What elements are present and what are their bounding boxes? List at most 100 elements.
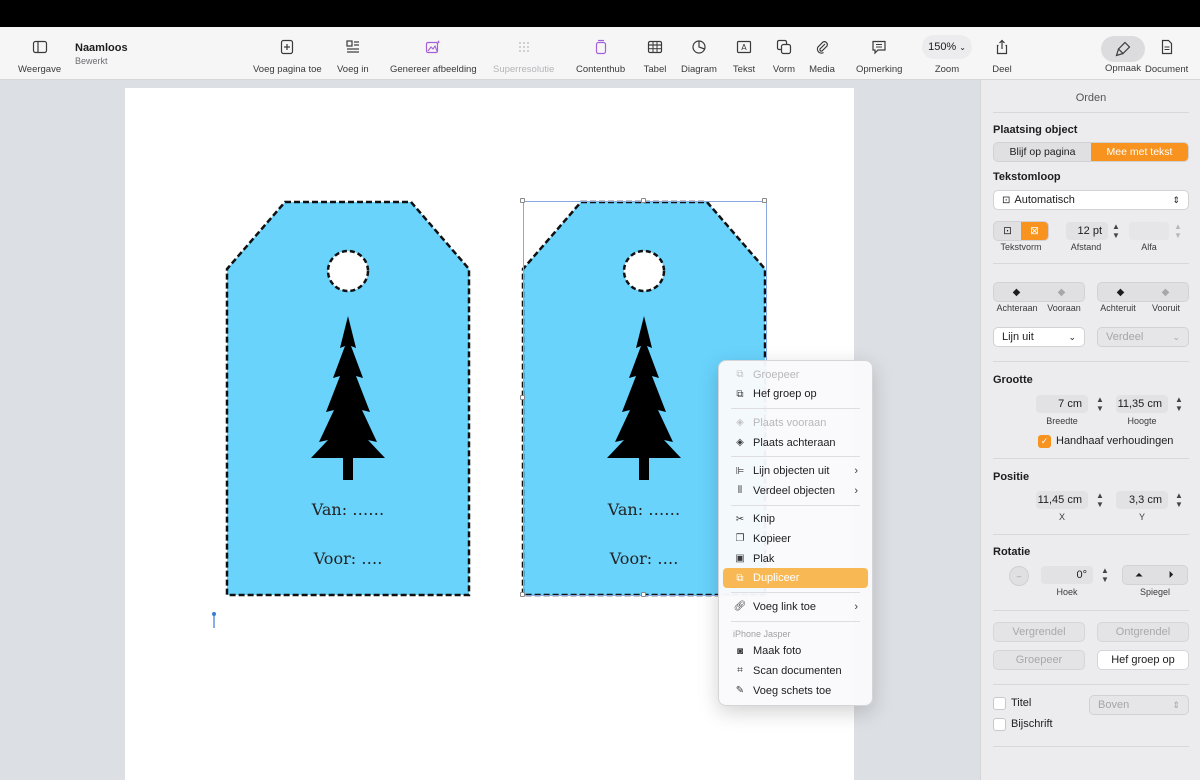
spacing-stepper[interactable]: ▲ ▼ (1110, 221, 1122, 241)
angle-field[interactable]: 0° (1041, 566, 1093, 584)
insert-label: Voeg in (337, 64, 369, 75)
resize-handle[interactable] (520, 395, 525, 400)
menu-item-bring-front[interactable]: ◈ Plaats vooraan (723, 413, 868, 433)
camera-icon: ◙ (736, 645, 744, 657)
format-button[interactable]: Opmaak (1101, 36, 1145, 74)
resize-handle[interactable] (520, 198, 525, 203)
text-button[interactable]: A Tekst (730, 33, 758, 75)
tag-from-text: Van: …… (311, 500, 385, 519)
shape-button[interactable]: Vorm (770, 33, 798, 75)
resize-handle[interactable] (762, 198, 767, 203)
menu-item-scan-documents[interactable]: ⌗ Scan documenten (723, 661, 868, 681)
zoom-popup[interactable]: 150% ⌄ (922, 35, 972, 59)
chevron-right-icon: › (854, 484, 858, 497)
add-page-label: Voeg pagina toe (253, 64, 322, 75)
ungroup-button[interactable]: Hef groep op (1097, 650, 1189, 670)
title-position-popup[interactable]: Boven ⇕ (1089, 695, 1189, 715)
insert-button[interactable]: Voeg in (337, 33, 369, 75)
send-to-back-button[interactable]: ◆ (994, 283, 1039, 301)
distribute-value: Verdeel (1106, 331, 1144, 343)
menu-item-label: Kopieer (753, 532, 791, 545)
distribute-popup[interactable]: Verdeel ⌄ (1097, 327, 1189, 347)
text-wrap-popup[interactable]: ⊡ Automatisch ⇕ (993, 190, 1189, 210)
share-icon (988, 33, 1016, 61)
width-stepper[interactable]: ▲ ▼ (1094, 394, 1106, 414)
height-field[interactable]: 11,35 cm (1116, 395, 1168, 413)
group-button[interactable]: Groepeer (993, 650, 1085, 670)
lock-button[interactable]: Vergrendel (993, 622, 1085, 642)
constrain-proportions-checkbox[interactable]: ✓ (1038, 435, 1051, 448)
document-button[interactable]: Document (1145, 33, 1188, 75)
stay-on-page-option[interactable]: Blijf op pagina (994, 143, 1091, 161)
svg-text:A: A (741, 43, 747, 52)
add-page-button[interactable]: Voeg pagina toe (253, 33, 322, 75)
paintbrush-icon (1101, 36, 1145, 62)
x-position-field[interactable]: 11,45 cm (1036, 491, 1088, 509)
y-position-field[interactable]: 3,3 cm (1116, 491, 1168, 509)
menu-item-label: Maak foto (753, 645, 802, 658)
zoom-value: 150% (928, 41, 957, 53)
x-position-stepper[interactable]: ▲ ▼ (1094, 490, 1106, 510)
resize-handle[interactable] (641, 198, 646, 203)
resize-handle[interactable] (520, 592, 525, 597)
share-button[interactable]: Deel (988, 33, 1016, 75)
menu-item-align[interactable]: ⊫ Lijn objecten uit › (723, 461, 868, 481)
text-fit-shape-icon[interactable]: ⊡ (994, 222, 1021, 240)
title-checkbox[interactable] (993, 697, 1006, 710)
alpha-field[interactable] (1129, 222, 1169, 240)
menu-item-group[interactable]: ⧉ Groepeer (723, 365, 868, 385)
spacing-field[interactable]: 12 pt (1066, 222, 1108, 240)
menu-item-duplicate[interactable]: ⧉ Dupliceer (723, 568, 868, 588)
menu-item-send-back[interactable]: ◈ Plaats achteraan (723, 433, 868, 453)
bring-to-front-button[interactable]: ◆ (1039, 283, 1084, 301)
generate-image-button[interactable]: Genereer afbeelding (390, 33, 477, 75)
position-heading: Positie (993, 471, 1030, 483)
send-backward-button[interactable]: ◆ (1098, 283, 1143, 301)
rotation-knob[interactable]: – (1009, 566, 1029, 586)
media-label: Media (809, 64, 835, 75)
table-button[interactable]: Tabel (641, 33, 669, 75)
chevron-down-icon: ⌄ (959, 42, 966, 52)
menu-item-add-sketch[interactable]: ✎ Voeg schets toe (723, 681, 868, 701)
menu-item-take-photo[interactable]: ◙ Maak foto (723, 642, 868, 662)
height-stepper[interactable]: ▲ ▼ (1173, 394, 1185, 414)
menu-item-copy[interactable]: ❐ Kopieer (723, 529, 868, 549)
layers-back-icon: ◈ (736, 437, 744, 449)
caption-checkbox[interactable] (993, 718, 1006, 731)
align-popup[interactable]: Lijn uit ⌄ (993, 327, 1085, 347)
unlock-button[interactable]: Ontgrendel (1097, 622, 1189, 642)
zoom-control[interactable]: 150% ⌄ Zoom (922, 33, 972, 75)
flip-horizontal-icon[interactable]: ⏵ (1155, 566, 1187, 584)
menu-item-paste[interactable]: ▣ Plak (723, 549, 868, 569)
alpha-stepper[interactable]: ▲ ▼ (1172, 221, 1184, 241)
text-fit-image-icon[interactable]: ⊠ (1021, 222, 1048, 240)
media-button[interactable]: Media (808, 33, 836, 75)
menu-item-ungroup[interactable]: ⧉ Hef groep op (723, 385, 868, 405)
view-button[interactable]: Weergave (18, 33, 61, 75)
distribute-icon: ⫴ (737, 485, 743, 497)
content-hub-button[interactable]: Contenthub (576, 33, 625, 75)
gift-tag-left[interactable]: Van: …… Voor: …. (225, 200, 471, 597)
move-with-text-option[interactable]: Mee met tekst (1091, 143, 1188, 161)
angle-stepper[interactable]: ▲ ▼ (1099, 565, 1111, 585)
width-field[interactable]: 7 cm (1036, 395, 1088, 413)
divider (993, 263, 1189, 264)
menu-item-distribute[interactable]: ⫴ Verdeel objecten › (723, 481, 868, 501)
menu-section-device: iPhone Jasper (733, 628, 791, 639)
width-label: Breedte (1046, 416, 1078, 426)
chevron-down-icon: ⌄ (1068, 331, 1076, 342)
super-resolution-button[interactable]: Superresolutie (493, 33, 554, 75)
resize-handle[interactable] (641, 592, 646, 597)
divider (993, 534, 1189, 535)
menu-item-cut[interactable]: ✂ Knip (723, 510, 868, 530)
layers-front-icon: ◈ (736, 417, 744, 429)
bring-forward-button[interactable]: ◆ (1143, 283, 1188, 301)
divider (993, 361, 1189, 362)
y-position-stepper[interactable]: ▲ ▼ (1173, 490, 1185, 510)
flip-vertical-icon[interactable]: ⏶ (1123, 566, 1155, 584)
comment-button[interactable]: Opmerking (856, 33, 902, 75)
front-label: Vooraan (1047, 303, 1081, 313)
menu-item-add-link[interactable]: 🔗︎ Voeg link toe › (723, 597, 868, 617)
chart-button[interactable]: Diagram (681, 33, 717, 75)
content-hub-label: Contenthub (576, 64, 626, 75)
